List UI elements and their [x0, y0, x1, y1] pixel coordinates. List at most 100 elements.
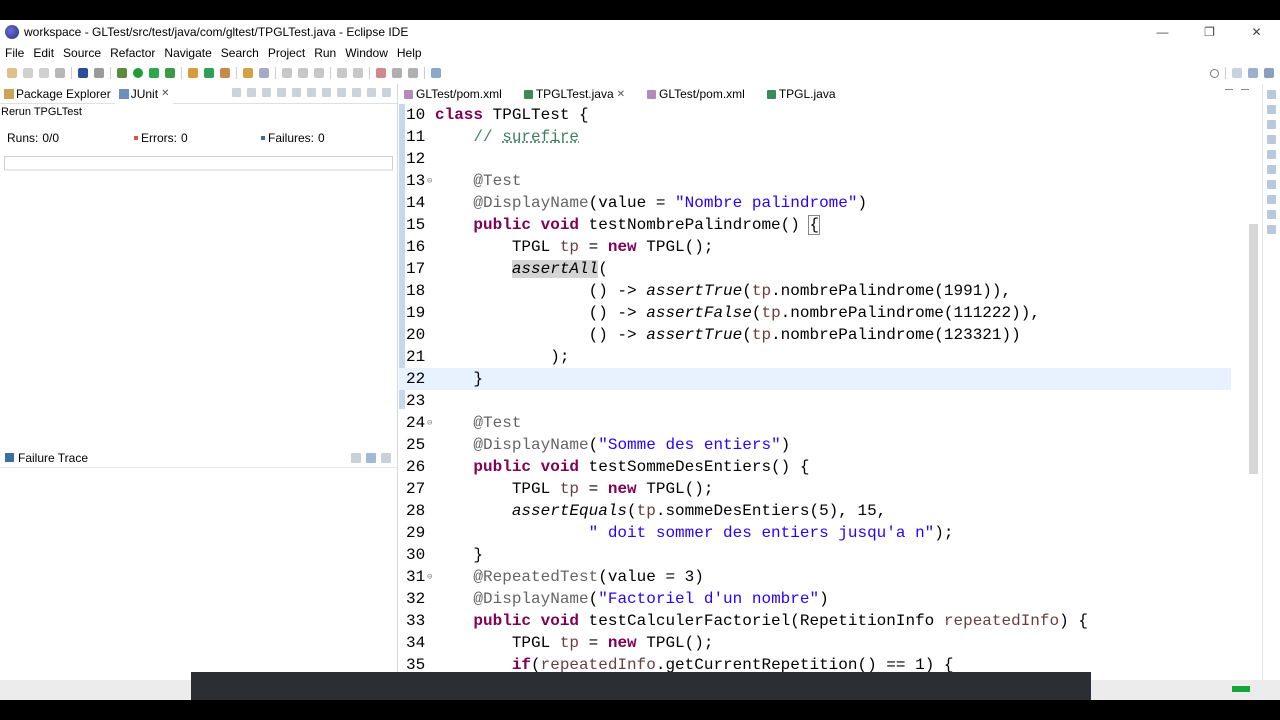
- tab-tpgltest-java[interactable]: TPGLTest.java ✕: [519, 84, 630, 104]
- terminate-icon[interactable]: [78, 68, 88, 78]
- code-line[interactable]: 30 }: [399, 544, 1231, 566]
- close-icon[interactable]: ✕: [617, 89, 625, 100]
- menu-edit[interactable]: Edit: [29, 46, 58, 60]
- code-line[interactable]: 32 @DisplayName("Factoriel d'un nombre"): [399, 588, 1231, 610]
- open-perspective-icon[interactable]: [1232, 68, 1242, 78]
- code-line[interactable]: 10 class TPGLTest {: [399, 104, 1231, 126]
- menu-refactor[interactable]: Refactor: [106, 46, 159, 60]
- search-tool-icon[interactable]: [259, 68, 269, 78]
- save-all-icon[interactable]: [39, 68, 49, 78]
- tab-package-explorer[interactable]: Package Explorer: [0, 84, 115, 104]
- toggle-mark-occurrences-icon[interactable]: [282, 68, 292, 78]
- code-line[interactable]: 23: [399, 390, 1231, 412]
- menu-file[interactable]: File: [1, 46, 28, 60]
- search-icon[interactable]: [1210, 68, 1219, 78]
- tab-gltest-pom-2[interactable]: GLTest/pom.xml: [642, 84, 750, 104]
- code-line[interactable]: 25 @DisplayName("Somme des entiers"): [399, 434, 1231, 456]
- code-line[interactable]: 14 @DisplayName(value = "Nombre palindro…: [399, 192, 1231, 214]
- run-icon[interactable]: [133, 68, 143, 78]
- fold-toggle-icon[interactable]: ⊖: [427, 412, 432, 434]
- code-area[interactable]: 10 class TPGLTest {11 // surefire 12 13 ⊖ @T…: [399, 104, 1261, 689]
- minimize-view-icon[interactable]: [367, 88, 376, 97]
- show-whitespace-icon[interactable]: [314, 68, 324, 78]
- console-icon[interactable]: [1267, 180, 1276, 189]
- code-line[interactable]: 15 public void testNombrePalindrome() {: [399, 214, 1231, 236]
- fold-toggle-icon[interactable]: ⊖: [427, 566, 432, 588]
- test-tree[interactable]: [4, 170, 393, 414]
- filter-stack-trace-icon[interactable]: [351, 453, 361, 463]
- vertical-scrollbar[interactable]: [1245, 104, 1261, 679]
- task-list-icon[interactable]: [1267, 120, 1276, 129]
- debug-icon[interactable]: [117, 68, 127, 78]
- restore-button[interactable]: ❐: [1186, 20, 1233, 43]
- tab-junit[interactable]: JUnit ✕: [114, 83, 174, 104]
- save-icon[interactable]: [23, 68, 33, 78]
- tab-tpgl-java[interactable]: TPGL.java: [762, 84, 841, 104]
- test-run-history-icon[interactable]: [337, 88, 346, 97]
- open-type-icon[interactable]: [220, 68, 230, 78]
- coverage-icon[interactable]: [149, 68, 159, 78]
- toggle-block-selection-icon[interactable]: [298, 68, 308, 78]
- maximize-view-icon[interactable]: [382, 88, 391, 97]
- last-edit-location-icon[interactable]: [376, 68, 386, 78]
- view-menu-icon[interactable]: [352, 88, 361, 97]
- code-line[interactable]: 11 // surefire: [399, 126, 1231, 148]
- minimize-editor-icon[interactable]: [1225, 89, 1233, 97]
- code-line[interactable]: 13 ⊖ @Test: [399, 170, 1231, 192]
- debug-view-icon[interactable]: [1267, 210, 1276, 219]
- scroll-lock-icon[interactable]: [277, 88, 286, 97]
- minimize-button[interactable]: —: [1139, 20, 1186, 43]
- rerun-test-icon[interactable]: [292, 88, 301, 97]
- menu-window[interactable]: Window: [341, 46, 392, 60]
- code-line[interactable]: 31 ⊖ @RepeatedTest(value = 3): [399, 566, 1231, 588]
- code-line[interactable]: 28 assertEquals(tp.sommeDesEntiers(5), 1…: [399, 500, 1231, 522]
- code-line[interactable]: 34 TPGL tp = new TPGL();: [399, 632, 1231, 654]
- skip-breakpoints-icon[interactable]: [94, 68, 104, 78]
- new-package-icon[interactable]: [188, 68, 198, 78]
- maximize-icon[interactable]: [1267, 90, 1276, 99]
- vertical-scroll-thumb[interactable]: [1249, 224, 1258, 474]
- outline-icon[interactable]: [1267, 105, 1276, 114]
- code-line[interactable]: 26 public void testSommeDesEntiers() {: [399, 456, 1231, 478]
- code-line[interactable]: 18 () -> assertTrue(tp.nombrePalindrome(…: [399, 280, 1231, 302]
- forward-icon[interactable]: [408, 68, 418, 78]
- debug-perspective-icon[interactable]: [1264, 68, 1274, 78]
- open-task-icon[interactable]: [243, 68, 253, 78]
- javadoc-icon[interactable]: [1267, 150, 1276, 159]
- code-line[interactable]: 21 );: [399, 346, 1231, 368]
- show-failures-only-icon[interactable]: [262, 88, 271, 97]
- new-file-icon[interactable]: [7, 68, 17, 78]
- code-line[interactable]: 19 () -> assertFalse(tp.nombrePalindrome…: [399, 302, 1231, 324]
- stop-icon[interactable]: [322, 88, 331, 97]
- rerun-failed-first-icon[interactable]: [307, 88, 316, 97]
- external-tools-icon[interactable]: [165, 68, 175, 78]
- code-line[interactable]: 27 TPGL tp = new TPGL();: [399, 478, 1231, 500]
- new-class-icon[interactable]: [204, 68, 214, 78]
- code-line[interactable]: 16 TPGL tp = new TPGL();: [399, 236, 1231, 258]
- code-line[interactable]: 24 ⊖ @Test: [399, 412, 1231, 434]
- previous-annotation-icon[interactable]: [353, 68, 363, 78]
- menu-search[interactable]: Search: [217, 46, 263, 60]
- menu-navigate[interactable]: Navigate: [160, 46, 215, 60]
- print-icon[interactable]: [55, 68, 65, 78]
- menu-run[interactable]: Run: [310, 46, 340, 60]
- menu-project[interactable]: Project: [264, 46, 309, 60]
- back-icon[interactable]: [392, 68, 402, 78]
- problems-icon[interactable]: [1267, 135, 1276, 144]
- declaration-icon[interactable]: [1267, 165, 1276, 174]
- progress-icon[interactable]: [1267, 195, 1276, 204]
- code-line[interactable]: 17 assertAll(: [399, 258, 1231, 280]
- tab-gltest-pom-1[interactable]: GLTest/pom.xml: [399, 84, 507, 104]
- code-line[interactable]: 33 public void testCalculerFactoriel(Rep…: [399, 610, 1231, 632]
- menu-help[interactable]: Help: [393, 46, 426, 60]
- maximize-editor-icon[interactable]: [1241, 89, 1249, 97]
- code-line[interactable]: 12: [399, 148, 1231, 170]
- code-line[interactable]: 22 }: [399, 368, 1231, 390]
- close-icon[interactable]: ✕: [161, 88, 169, 99]
- compare-result-icon[interactable]: [366, 453, 376, 463]
- next-failure-icon[interactable]: [232, 88, 241, 97]
- bookmarks-icon[interactable]: [1267, 225, 1276, 234]
- code-line[interactable]: 29 " doit sommer des entiers jusqu'a n")…: [399, 522, 1231, 544]
- previous-failure-icon[interactable]: [247, 88, 256, 97]
- pin-editor-icon[interactable]: [431, 68, 441, 78]
